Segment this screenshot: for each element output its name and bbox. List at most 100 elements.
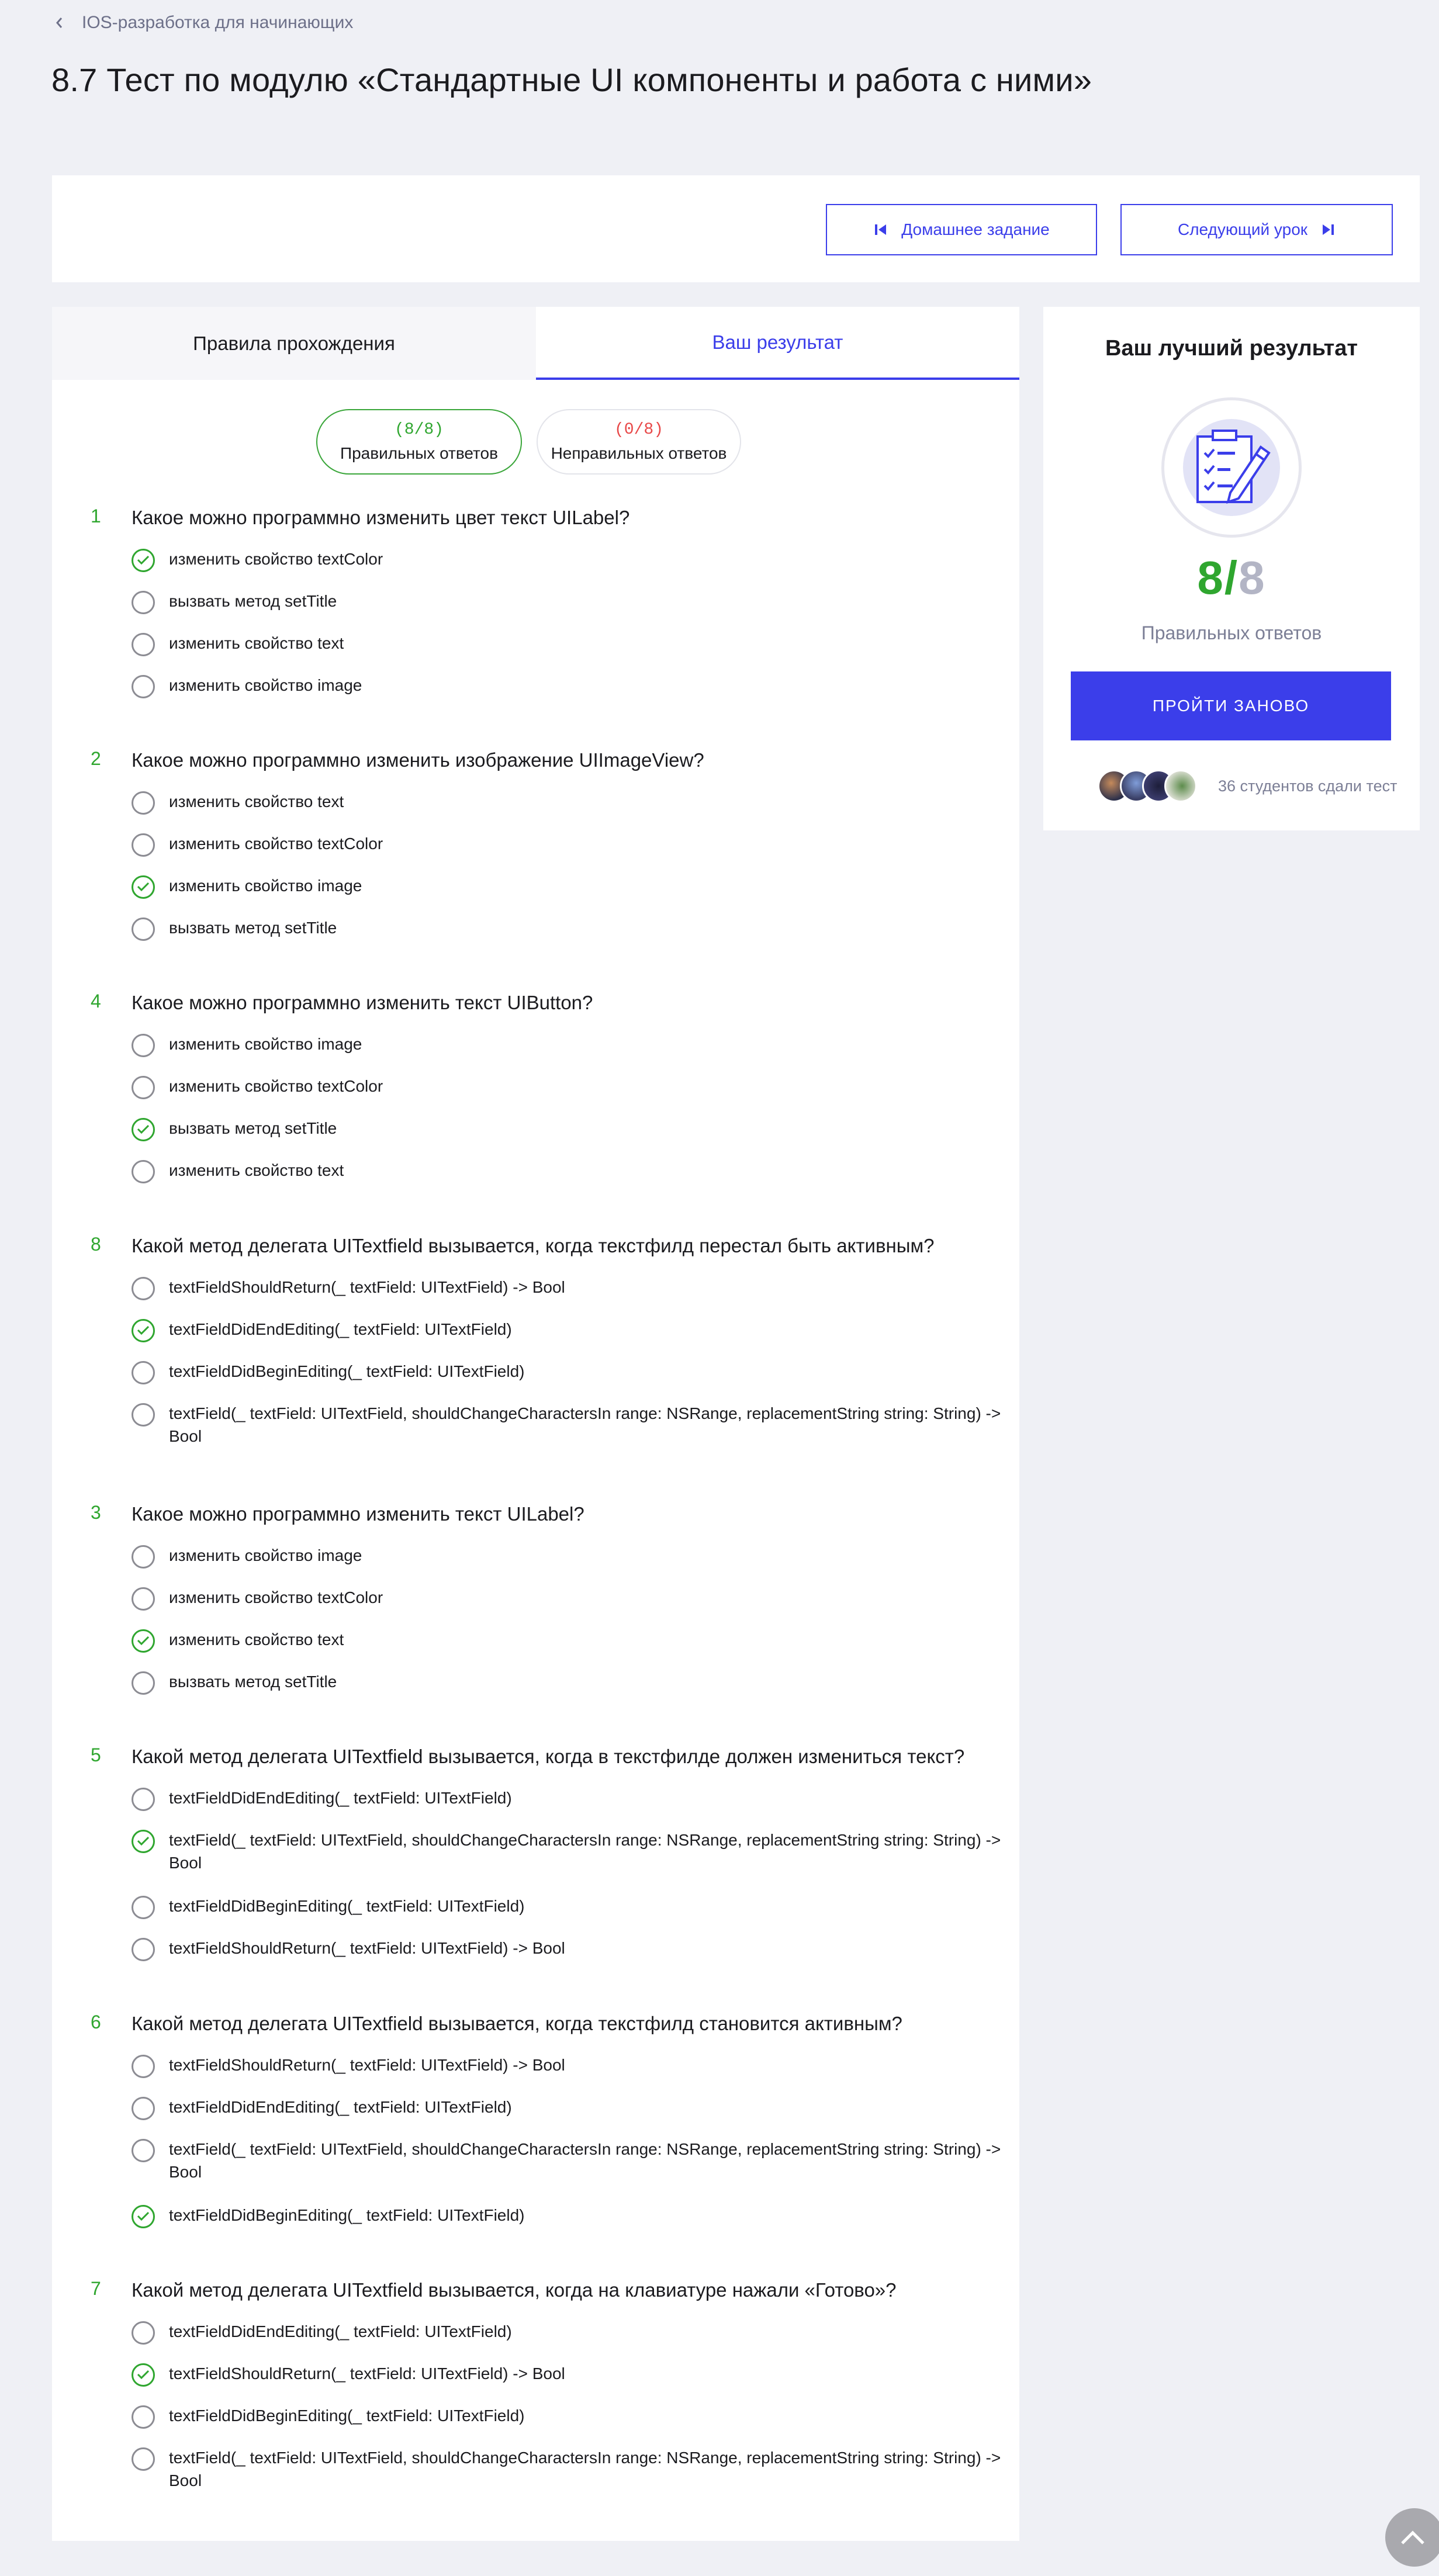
radio-button[interactable] — [132, 1361, 155, 1384]
answer-option-label: textFieldShouldReturn(_ textField: UITex… — [169, 1278, 565, 1296]
answer-option-label: textFieldDidEndEditing(_ textField: UITe… — [169, 2098, 512, 2116]
wrong-answers-filter[interactable]: (0/8) Неправильных ответов — [537, 409, 741, 475]
page-title: 8.7 Тест по модулю «Стандартные UI компо… — [51, 61, 1092, 98]
radio-button[interactable] — [132, 2055, 155, 2078]
correct-label: Правильных ответов — [340, 444, 499, 462]
best-score-total: 8 — [1239, 552, 1266, 604]
wrong-label: Неправильных ответов — [551, 444, 727, 462]
check-icon[interactable] — [132, 2363, 155, 2387]
answer-option-label: вызвать метод setTitle — [169, 1673, 337, 1691]
best-score: 8/8 — [1043, 551, 1420, 605]
next-lesson-button[interactable]: Следующий урок — [1120, 204, 1393, 255]
check-icon[interactable] — [132, 1118, 155, 1141]
skip-forward-icon — [1323, 224, 1334, 235]
best-score-label: Правильных ответов — [1141, 622, 1322, 643]
tab-result[interactable]: Ваш результат — [536, 307, 1019, 380]
tab-rules[interactable]: Правила прохождения — [52, 307, 536, 380]
radio-button[interactable] — [132, 1671, 155, 1695]
check-icon[interactable] — [132, 1319, 155, 1342]
radio-button[interactable] — [132, 2097, 155, 2120]
answer-option-label: textFieldDidBeginEditing(_ textField: UI… — [169, 1897, 525, 1915]
chevron-up-icon — [1401, 2530, 1424, 2544]
question-number: 3 — [91, 1502, 101, 1523]
chevron-left-icon — [56, 18, 63, 28]
answer-option-label: textFieldShouldReturn(_ textField: UITex… — [169, 2364, 565, 2383]
correct-answers-filter[interactable]: (8/8) Правильных ответов — [316, 409, 522, 475]
scroll-to-top-button[interactable] — [1385, 2508, 1439, 2567]
question-number: 1 — [91, 505, 101, 527]
answer-option-label: textField(_ textField: UITextField, shou… — [169, 1831, 1001, 1872]
question-number: 6 — [91, 2011, 101, 2033]
answer-option-label: изменить свойство image — [169, 877, 362, 895]
answer-option-label: изменить свойство text — [169, 1630, 344, 1649]
answer-option-label: textField(_ textField: UITextField, shou… — [169, 2140, 1001, 2181]
radio-button[interactable] — [132, 633, 155, 656]
radio-button[interactable] — [132, 591, 155, 614]
breadcrumb-label[interactable]: IOS-разработка для начинающих — [82, 13, 353, 33]
question-text: Какое можно программно изменить цвет тек… — [132, 507, 630, 528]
radio-button[interactable] — [132, 917, 155, 941]
question-number: 8 — [91, 1234, 101, 1255]
radio-button[interactable] — [132, 833, 155, 857]
students-passed-label: 36 студентов сдали тест — [1218, 777, 1398, 795]
students-passed[interactable]: 36 студентов сдали тест — [1098, 768, 1397, 804]
breadcrumb[interactable]: IOS-разработка для начинающих — [54, 13, 353, 33]
question-text: Какое можно программно изменить текст UI… — [132, 1503, 584, 1525]
question-text: Какой метод делегата UITextfield вызывае… — [132, 1746, 965, 1767]
answer-option-label: изменить свойство text — [169, 1161, 344, 1179]
answer-option-label: textFieldDidBeginEditing(_ textField: UI… — [169, 2206, 525, 2224]
correct-count: (8/8) — [394, 421, 444, 439]
radio-button[interactable] — [132, 2447, 155, 2471]
radio-button[interactable] — [132, 1034, 155, 1057]
check-icon[interactable] — [132, 549, 155, 572]
radio-button[interactable] — [132, 1587, 155, 1611]
radio-button[interactable] — [132, 1545, 155, 1569]
answer-option-label: вызвать метод setTitle — [169, 1119, 337, 1137]
test-results-card: Правила прохождения Ваш результат (8/8) … — [52, 307, 1019, 2541]
check-icon[interactable] — [132, 875, 155, 899]
answer-option-label: изменить свойство text — [169, 634, 344, 652]
question-number: 7 — [91, 2278, 101, 2299]
radio-button[interactable] — [132, 1788, 155, 1811]
question-text: Какой метод делегата UITextfield вызывае… — [132, 1235, 935, 1256]
answer-option-label: textFieldDidEndEditing(_ textField: UITe… — [169, 1320, 512, 1338]
question-number: 4 — [91, 991, 101, 1012]
answer-option-label: textFieldDidBeginEditing(_ textField: UI… — [169, 1362, 525, 1380]
retry-button[interactable]: ПРОЙТИ ЗАНОВО — [1071, 671, 1391, 740]
checklist-pencil-icon — [1161, 397, 1302, 538]
question-text: Какое можно программно изменить изображе… — [132, 749, 704, 771]
skip-back-icon — [875, 224, 887, 235]
answer-option-label: textFieldShouldReturn(_ textField: UITex… — [169, 2056, 565, 2074]
radio-button[interactable] — [132, 1896, 155, 1919]
answer-option-label: textField(_ textField: UITextField, shou… — [169, 1404, 1001, 1445]
answer-option-label: изменить свойство image — [169, 1035, 362, 1053]
answer-option-label: изменить свойство textColor — [169, 835, 383, 853]
radio-button[interactable] — [132, 2139, 155, 2162]
best-result-title: Ваш лучший результат — [1105, 336, 1358, 361]
answer-option-label: textFieldDidEndEditing(_ textField: UITe… — [169, 2322, 512, 2340]
answer-option-label: textFieldShouldReturn(_ textField: UITex… — [169, 1939, 565, 1957]
radio-button[interactable] — [132, 791, 155, 815]
radio-button[interactable] — [132, 675, 155, 698]
radio-button[interactable] — [132, 1160, 155, 1183]
homework-button[interactable]: Домашнее задание — [826, 204, 1097, 255]
answer-option-label: вызвать метод setTitle — [169, 592, 337, 610]
check-icon[interactable] — [132, 1830, 155, 1853]
check-icon[interactable] — [132, 1629, 155, 1653]
best-score-slash: / — [1224, 552, 1239, 604]
best-score-correct: 8 — [1197, 552, 1224, 604]
radio-button[interactable] — [132, 2405, 155, 2429]
question-text: Какой метод делегата UITextfield вызывае… — [132, 2279, 897, 2301]
answer-option-label: textFieldDidBeginEditing(_ textField: UI… — [169, 2407, 525, 2425]
tabs: Правила прохождения Ваш результат — [52, 307, 1019, 380]
radio-button[interactable] — [132, 1277, 155, 1300]
answer-option-label: вызвать метод setTitle — [169, 919, 337, 937]
radio-button[interactable] — [132, 1938, 155, 1961]
radio-button[interactable] — [132, 1403, 155, 1427]
answer-option-label: изменить свойство textColor — [169, 1077, 383, 1095]
radio-button[interactable] — [132, 2321, 155, 2345]
check-icon[interactable] — [132, 2205, 155, 2228]
question-text: Какой метод делегата UITextfield вызывае… — [132, 2013, 902, 2034]
radio-button[interactable] — [132, 1076, 155, 1099]
answer-option-label: изменить свойство image — [169, 1546, 362, 1564]
